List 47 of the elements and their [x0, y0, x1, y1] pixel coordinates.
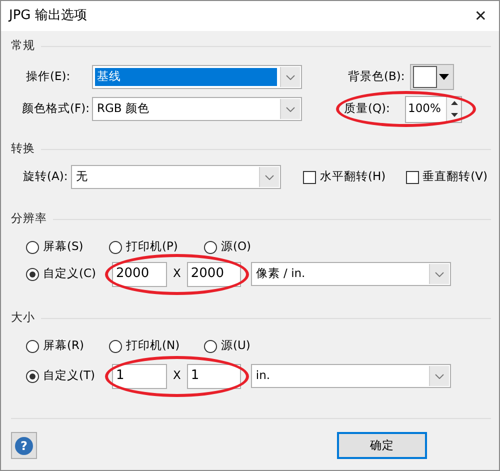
section-title: 常规: [11, 37, 35, 54]
radio-option[interactable]: 打印机(P): [109, 238, 204, 256]
section-title: 转换: [11, 140, 35, 158]
width-field[interactable]: 1: [112, 364, 167, 388]
section-title: 大小: [11, 309, 35, 326]
help-button[interactable]: ?: [11, 432, 37, 459]
field-label: 操作(E):: [26, 68, 72, 86]
dropdown[interactable]: RGB 颜色: [92, 97, 302, 121]
chevron-down-icon: [434, 272, 444, 276]
dropdown[interactable]: in.: [250, 364, 451, 388]
checkbox-option[interactable]: 水平翻转(H): [303, 168, 386, 186]
height-field[interactable]: 1: [186, 364, 241, 388]
checkbox-icon: [406, 170, 419, 184]
window-title: JPG 输出选项: [9, 7, 87, 26]
width-field[interactable]: 2000: [112, 262, 167, 286]
ok-button[interactable]: 确定: [337, 432, 427, 459]
color-picker-button[interactable]: [410, 64, 454, 90]
radio-option[interactable]: 屏幕(S): [26, 238, 109, 256]
dropdown[interactable]: 无: [71, 165, 281, 189]
dropdown[interactable]: 基线: [92, 65, 302, 89]
field-label: 质量(Q):: [344, 100, 391, 118]
radio-option[interactable]: 源(U): [204, 337, 284, 355]
field-label: 颜色格式(F):: [22, 100, 90, 118]
separator-text: X: [173, 265, 181, 282]
radio-option[interactable]: 自定义(C): [26, 265, 106, 283]
field-label: 旋转(A):: [23, 168, 69, 186]
radio-option[interactable]: 源(O): [204, 238, 284, 256]
separator-text: X: [173, 367, 181, 384]
radio-option[interactable]: 打印机(N): [109, 337, 204, 355]
chevron-down-icon: [434, 374, 444, 378]
help-icon: ?: [15, 436, 33, 454]
caret-down-icon: [437, 73, 451, 81]
chevron-down-icon: [265, 174, 274, 180]
checkbox-option[interactable]: 垂直翻转(V): [406, 168, 488, 186]
height-field[interactable]: 2000: [186, 262, 241, 286]
quality-spinner[interactable]: 100%: [405, 96, 462, 122]
checkbox-icon: [303, 170, 316, 184]
chevron-down-icon: [286, 106, 295, 112]
field-label: 背景色(B):: [348, 68, 406, 86]
close-button[interactable]: ✕: [470, 4, 491, 28]
down-arrow-icon: [450, 113, 458, 118]
radio-option[interactable]: 自定义(T): [26, 367, 106, 385]
section-title: 分辨率: [11, 210, 47, 228]
up-arrow-icon: [450, 100, 458, 105]
chevron-down-icon: [286, 74, 295, 80]
radio-option[interactable]: 屏幕(R): [26, 337, 109, 355]
dropdown[interactable]: 像素 / in.: [250, 262, 451, 286]
